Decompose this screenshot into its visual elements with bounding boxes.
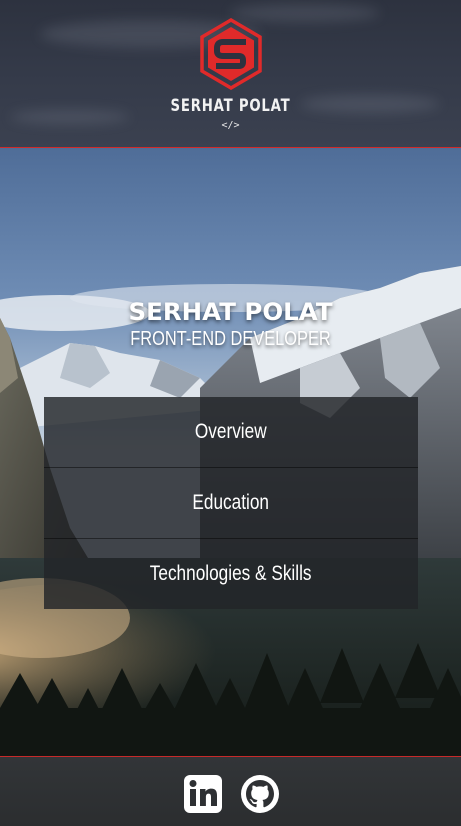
- main-menu: Overview Education Technologies & Skills: [44, 397, 418, 609]
- linkedin-icon: [184, 775, 222, 813]
- menu-item-label: Education: [192, 491, 270, 514]
- logo[interactable]: [199, 17, 263, 91]
- hexagon-s-logo-icon: [199, 17, 262, 91]
- site-header: SERHAT POLAT </>: [0, 0, 461, 148]
- brand-code: </>: [221, 120, 240, 131]
- menu-item-overview[interactable]: Overview: [44, 397, 418, 468]
- menu-item-education[interactable]: Education: [44, 468, 418, 539]
- portfolio-page: SERHAT POLAT </> SERHAT POLAT FRONT-END …: [0, 0, 461, 826]
- github-link[interactable]: [240, 774, 280, 814]
- menu-item-technologies-skills[interactable]: Technologies & Skills: [44, 539, 418, 610]
- site-footer: [0, 756, 461, 826]
- menu-item-label: Overview: [195, 420, 267, 443]
- menu-item-label: Technologies & Skills: [150, 562, 312, 585]
- linkedin-link[interactable]: [183, 774, 223, 814]
- hero-subtitle: FRONT-END DEVELOPER: [130, 328, 331, 350]
- hero-section: SERHAT POLAT FRONT-END DEVELOPER Overvie…: [0, 148, 461, 756]
- brand-name: SERHAT POLAT: [170, 96, 291, 116]
- hero-title: SERHAT POLAT: [128, 298, 333, 326]
- github-icon: [241, 775, 279, 813]
